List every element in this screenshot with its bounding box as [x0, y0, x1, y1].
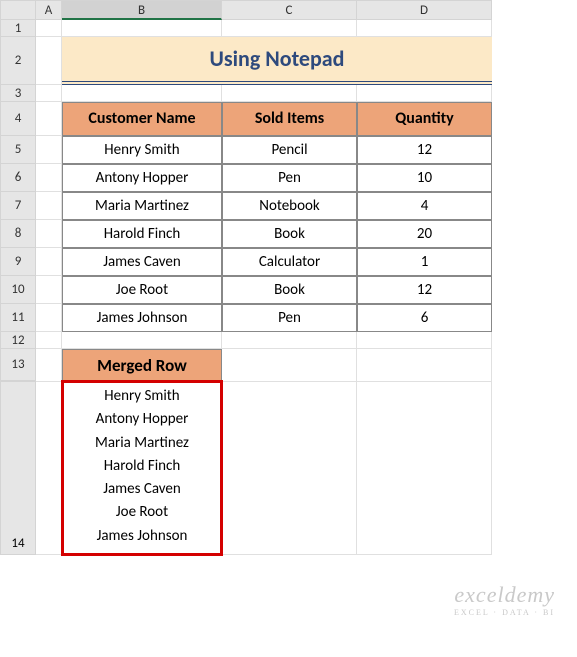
- cell-name[interactable]: Harold Finch: [62, 220, 222, 248]
- cell-b3[interactable]: [62, 85, 222, 102]
- row-header-7[interactable]: 7: [0, 192, 36, 220]
- row-header-4[interactable]: 4: [0, 102, 36, 136]
- cell-name[interactable]: Henry Smith: [62, 136, 222, 164]
- merged-row-cell[interactable]: Henry SmithAntony HopperMaria MartinezHa…: [62, 381, 222, 555]
- row-header-11[interactable]: 11: [0, 304, 36, 332]
- row-header-1[interactable]: 1: [0, 20, 36, 37]
- cell-a12[interactable]: [36, 332, 62, 349]
- row-header-13[interactable]: 13: [0, 349, 36, 381]
- cell-b12[interactable]: [62, 332, 222, 349]
- watermark-brand: exceldemy: [454, 582, 555, 608]
- row-header-2[interactable]: 2: [0, 37, 36, 85]
- cell-a2[interactable]: [36, 37, 62, 85]
- cell-qty[interactable]: 1: [357, 248, 492, 276]
- row-header-14[interactable]: 14: [0, 381, 36, 555]
- worksheet-grid: Using Notepad Customer Name Sold Items Q…: [36, 20, 577, 555]
- cell-qty[interactable]: 10: [357, 164, 492, 192]
- table-row: Antony Hopper Pen 10: [36, 164, 577, 192]
- table-row: Joe Root Book 12: [36, 276, 577, 304]
- cell-c13[interactable]: [222, 349, 357, 382]
- cell-c14[interactable]: [222, 381, 357, 555]
- table-row: Maria Martinez Notebook 4: [36, 192, 577, 220]
- watermark: exceldemy EXCEL · DATA · BI: [454, 582, 555, 617]
- col-header-c[interactable]: C: [222, 0, 357, 20]
- cell-item[interactable]: Book: [222, 276, 357, 304]
- cell-name[interactable]: James Caven: [62, 248, 222, 276]
- cell-a10[interactable]: [36, 276, 62, 304]
- table-header-name[interactable]: Customer Name: [62, 102, 222, 136]
- cell-a5[interactable]: [36, 136, 62, 164]
- watermark-tagline: EXCEL · DATA · BI: [454, 608, 555, 617]
- cell-qty[interactable]: 12: [357, 136, 492, 164]
- cell-qty[interactable]: 4: [357, 192, 492, 220]
- cell-name[interactable]: Maria Martinez: [62, 192, 222, 220]
- table-header-items[interactable]: Sold Items: [222, 102, 357, 136]
- cell-item[interactable]: Pen: [222, 304, 357, 332]
- table-row: Henry Smith Pencil 12: [36, 136, 577, 164]
- cell-item[interactable]: Pen: [222, 164, 357, 192]
- cell-b1[interactable]: [62, 20, 222, 37]
- cell-qty[interactable]: 20: [357, 220, 492, 248]
- cell-a14[interactable]: [36, 381, 62, 555]
- cell-item[interactable]: Book: [222, 220, 357, 248]
- row-header-5[interactable]: 5: [0, 136, 36, 164]
- cell-d3[interactable]: [357, 85, 492, 102]
- cell-a8[interactable]: [36, 220, 62, 248]
- cell-item[interactable]: Pencil: [222, 136, 357, 164]
- cell-d1[interactable]: [357, 20, 492, 37]
- table-header-qty[interactable]: Quantity: [357, 102, 492, 136]
- row-header-6[interactable]: 6: [0, 164, 36, 192]
- cell-a7[interactable]: [36, 192, 62, 220]
- col-header-b[interactable]: B: [62, 0, 222, 20]
- row-header-9[interactable]: 9: [0, 248, 36, 276]
- cell-d13[interactable]: [357, 349, 492, 382]
- row-header-10[interactable]: 10: [0, 276, 36, 304]
- row-header-3[interactable]: 3: [0, 85, 36, 102]
- cell-name[interactable]: James Johnson: [62, 304, 222, 332]
- col-header-d[interactable]: D: [357, 0, 492, 20]
- cell-c12[interactable]: [222, 332, 357, 349]
- row-header-8[interactable]: 8: [0, 220, 36, 248]
- cell-a1[interactable]: [36, 20, 62, 37]
- cell-a13[interactable]: [36, 349, 62, 382]
- cell-d14[interactable]: [357, 381, 492, 555]
- cell-c1[interactable]: [222, 20, 357, 37]
- sheet-title[interactable]: Using Notepad: [62, 37, 492, 85]
- row-headers: 1 2 3 4 5 6 7 8 9 10 11 12 13: [0, 20, 36, 381]
- column-headers-row: A B C D: [0, 0, 577, 20]
- cell-a4[interactable]: [36, 102, 62, 136]
- cell-name[interactable]: Antony Hopper: [62, 164, 222, 192]
- cell-c3[interactable]: [222, 85, 357, 102]
- table-row: James Caven Calculator 1: [36, 248, 577, 276]
- cell-name[interactable]: Joe Root: [62, 276, 222, 304]
- table-row: James Johnson Pen 6: [36, 304, 577, 332]
- cell-qty[interactable]: 12: [357, 276, 492, 304]
- cell-item[interactable]: Notebook: [222, 192, 357, 220]
- col-header-a[interactable]: A: [36, 0, 62, 20]
- row-header-12[interactable]: 12: [0, 332, 36, 349]
- select-all-corner[interactable]: [0, 0, 36, 20]
- cell-a3[interactable]: [36, 85, 62, 102]
- cell-a11[interactable]: [36, 304, 62, 332]
- cell-d12[interactable]: [357, 332, 492, 349]
- table-row: Harold Finch Book 20: [36, 220, 577, 248]
- cell-item[interactable]: Calculator: [222, 248, 357, 276]
- cell-a6[interactable]: [36, 164, 62, 192]
- merged-row-header[interactable]: Merged Row: [62, 349, 222, 382]
- cell-qty[interactable]: 6: [357, 304, 492, 332]
- cell-a9[interactable]: [36, 248, 62, 276]
